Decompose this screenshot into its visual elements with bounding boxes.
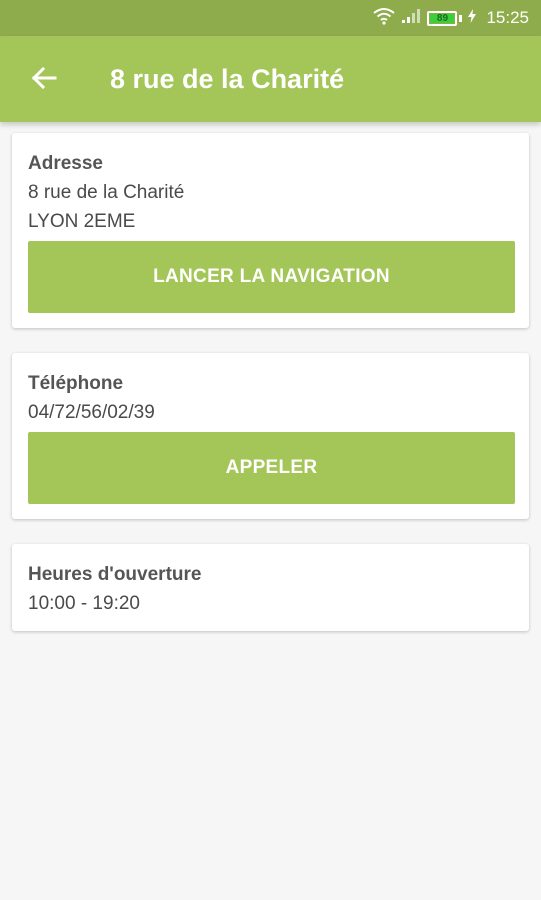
wifi-icon bbox=[373, 7, 396, 30]
back-button[interactable] bbox=[22, 58, 66, 102]
address-city: LYON 2EME bbox=[28, 211, 136, 232]
signal-icon bbox=[401, 8, 421, 29]
battery-icon: 89 bbox=[427, 10, 458, 26]
phone-number: 04/72/56/02/39 bbox=[28, 402, 155, 423]
battery-tip bbox=[459, 14, 463, 22]
status-time: 15:25 bbox=[486, 8, 529, 27]
address-street: 8 rue de la Charité bbox=[28, 182, 185, 203]
navigation-button[interactable]: LANCER LA NAVIGATION bbox=[28, 241, 515, 313]
charging-icon bbox=[468, 8, 477, 28]
address-card: Adresse 8 rue de la Charité LYON 2EME LA… bbox=[12, 133, 529, 328]
status-bar: 89 15:25 bbox=[0, 0, 541, 36]
app-bar: 8 rue de la Charité bbox=[0, 36, 541, 122]
page-title: 8 rue de la Charité bbox=[110, 64, 345, 94]
status-icons: 89 15:25 bbox=[373, 0, 529, 36]
call-button[interactable]: APPELER bbox=[28, 432, 515, 504]
hours-card: Heures d'ouverture 10:00 - 19:20 bbox=[12, 544, 529, 631]
arrow-left-icon bbox=[31, 66, 57, 95]
phone-label: Téléphone bbox=[28, 373, 124, 394]
address-label: Adresse bbox=[28, 153, 103, 174]
hours-value: 10:00 - 19:20 bbox=[28, 593, 140, 614]
phone-card: Téléphone 04/72/56/02/39 APPELER bbox=[12, 353, 529, 519]
battery-level: 89 bbox=[436, 12, 449, 24]
hours-label: Heures d'ouverture bbox=[28, 564, 202, 585]
